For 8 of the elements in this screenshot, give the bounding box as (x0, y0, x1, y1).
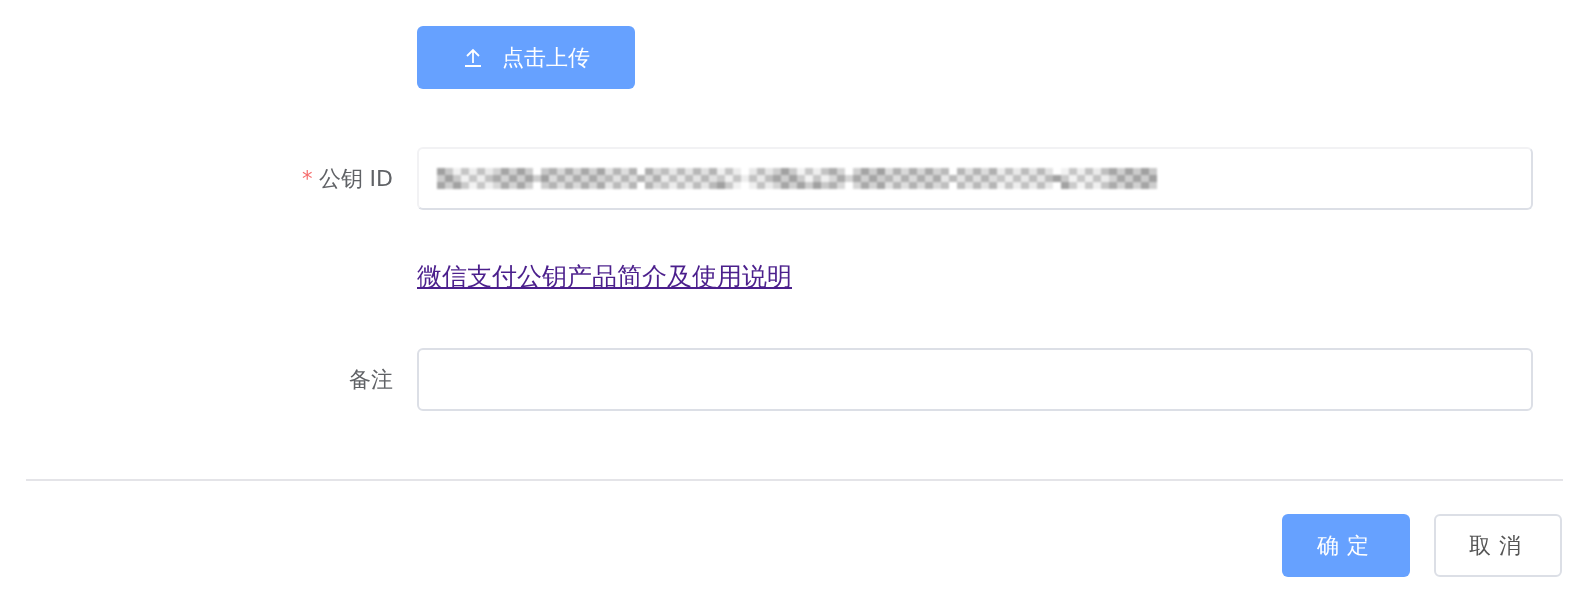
field-label: 备注 (349, 365, 393, 394)
input-field[interactable] (417, 147, 1533, 210)
help-link[interactable]: 微信支付公钥产品简介及使用说明 (417, 260, 792, 293)
upload-icon (462, 46, 484, 69)
required-mark: * (302, 166, 313, 191)
field-label: 公钥 ID (318, 164, 393, 193)
cancel-button[interactable]: 取消 (1434, 514, 1562, 577)
input-field[interactable] (417, 348, 1533, 411)
